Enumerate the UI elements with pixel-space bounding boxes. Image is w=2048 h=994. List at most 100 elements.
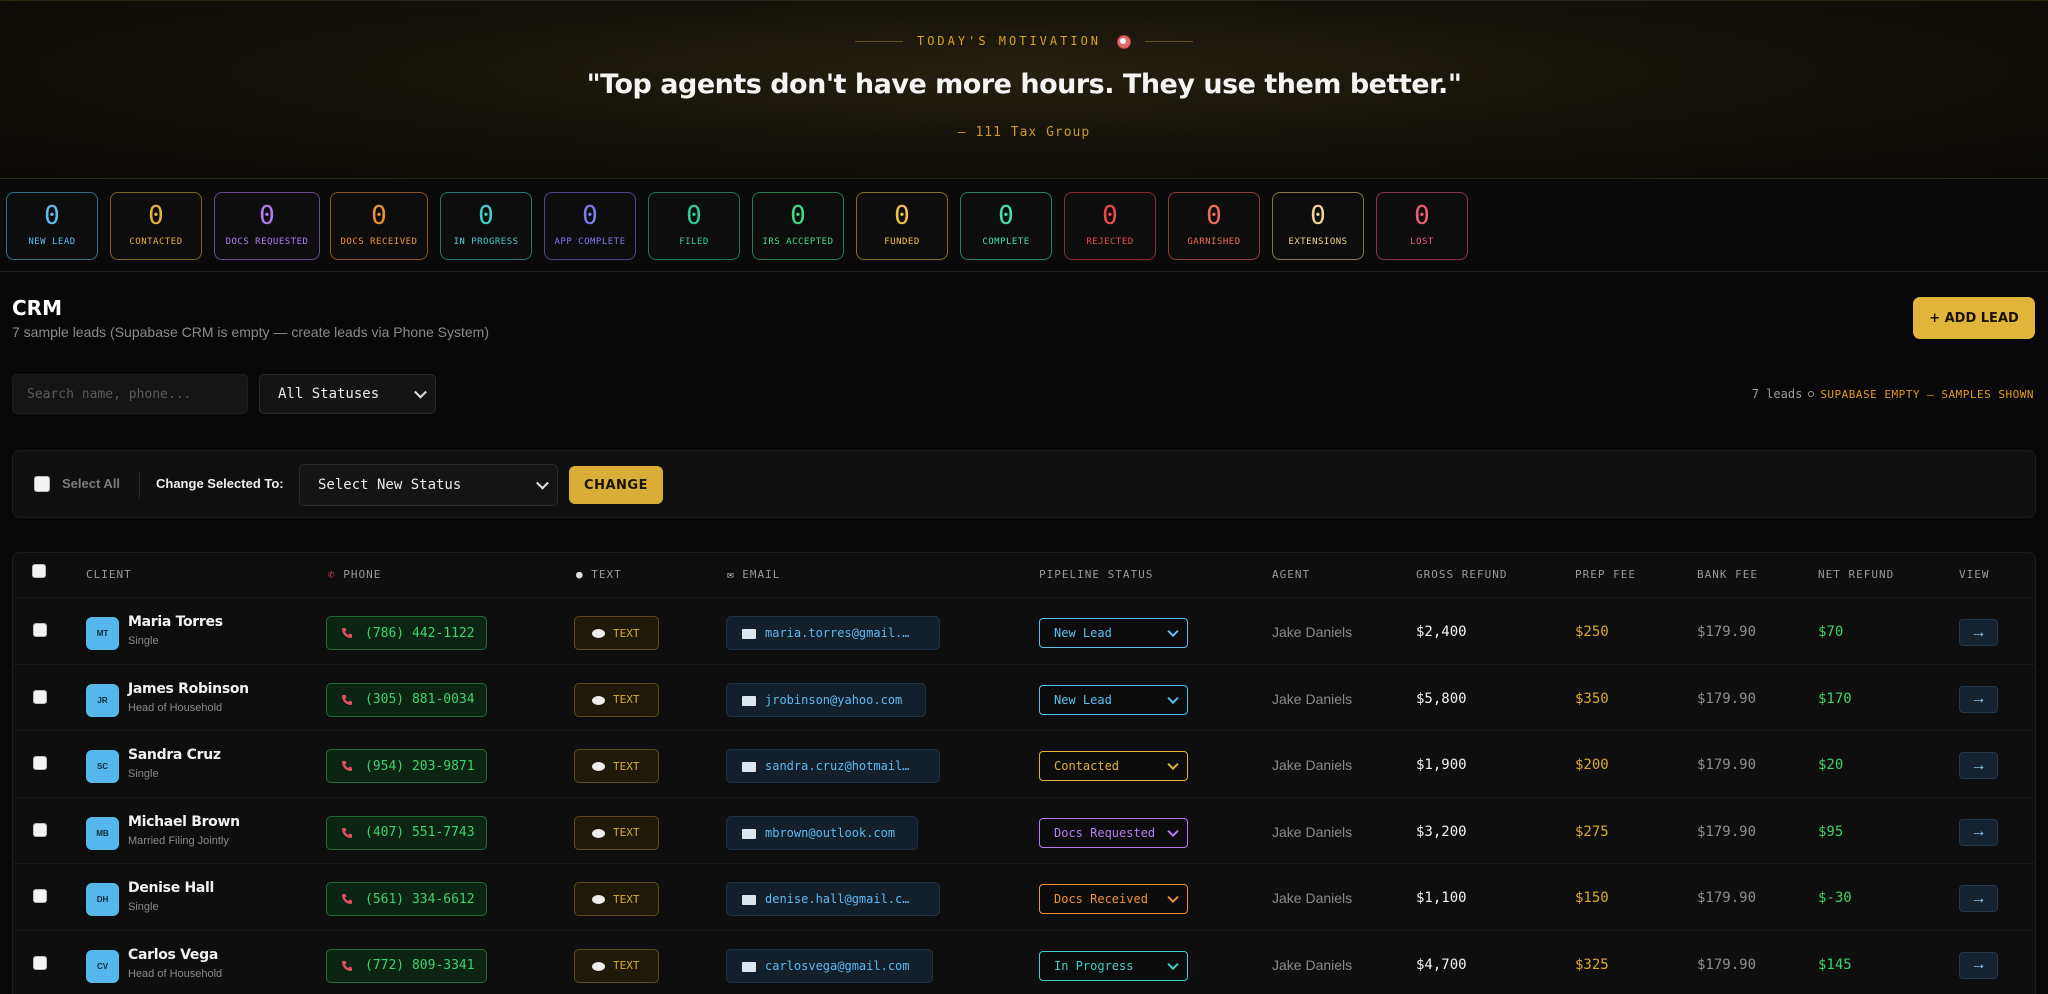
phone-call-button[interactable]: (407) 551-7743 [326,815,487,850]
column-text-label: TEXT [591,568,622,581]
phone-icon [342,694,352,705]
filing-status: Single [128,768,159,780]
counter-label: APP COMPLETE [554,237,626,247]
speech-bubble-icon [592,762,605,771]
leads-count: 7 leads [1751,387,1803,401]
status-counter[interactable]: 0 NEW LEAD [6,192,98,260]
row-checkbox[interactable] [33,822,47,837]
counter-value: 0 [478,201,494,231]
text-message-button[interactable]: TEXT [574,616,659,650]
row-checkbox[interactable] [33,623,47,637]
add-lead-button[interactable]: + ADD LEAD [1913,297,2035,339]
envelope-icon [742,895,756,905]
select-all-checkbox[interactable] [34,476,50,492]
status-counter[interactable]: 0 DOCS REQUESTED [214,192,320,260]
text-message-button[interactable]: TEXT [574,948,659,983]
phone-call-button[interactable]: (305) 881-0034 [326,682,487,717]
view-lead-button[interactable]: → [1959,619,1998,646]
column-prep-fee: PREP FEE [1575,568,1636,581]
text-message-button[interactable]: TEXT [574,682,659,717]
view-lead-button[interactable]: → [1959,885,1998,912]
status-filter-select[interactable]: All Statuses [259,374,436,414]
counter-label: GARNISHED [1187,237,1241,247]
counter-value: 0 [686,201,702,231]
row-checkbox[interactable] [33,689,47,704]
email-button[interactable]: carlosvega@gmail.com [726,948,933,983]
phone-icon [342,960,352,971]
status-counter[interactable]: 0 APP COMPLETE [544,192,636,260]
status-counter[interactable]: 0 COMPLETE [960,192,1052,260]
pipeline-status-select[interactable]: New Lead [1039,618,1188,648]
status-counter[interactable]: 0 GARNISHED [1168,192,1260,260]
text-message-button[interactable]: TEXT [574,815,659,850]
client-name[interactable]: James Robinson [128,681,249,697]
chevron-down-icon [1167,625,1179,638]
search-input[interactable] [12,374,248,414]
status-counter[interactable]: 0 IRS ACCEPTED [752,192,844,260]
phone-number: (407) 551-7743 [365,825,475,840]
text-message-button[interactable]: TEXT [574,749,659,783]
client-name[interactable]: Sandra Cruz [128,747,221,763]
view-lead-button[interactable]: → [1959,752,1998,779]
phone-call-button[interactable]: (561) 334-6612 [326,882,487,916]
filing-status: Single [128,635,159,647]
text-message-button[interactable]: TEXT [574,882,659,916]
email-button[interactable]: mbrown@outlook.com [726,815,918,850]
client-name[interactable]: Michael Brown [128,814,240,830]
status-counter[interactable]: 0 FUNDED [856,192,948,260]
text-label: TEXT [613,826,640,839]
prep-fee: $325 [1575,956,1609,973]
pipeline-status-select[interactable]: Docs Received [1039,884,1188,914]
header-select-checkbox[interactable] [32,564,46,578]
status-counter[interactable]: 0 LOST [1376,192,1468,260]
phone-number: (772) 809-3341 [365,958,475,973]
change-selected-label: Change Selected To: [156,476,284,491]
pipeline-status-select[interactable]: Docs Requested [1039,817,1188,848]
phone-icon [342,894,352,904]
phone-call-button[interactable]: (772) 809-3341 [326,948,487,983]
view-lead-button[interactable]: → [1959,685,1998,713]
phone-call-button[interactable]: (954) 203-9871 [326,749,487,783]
gross-refund: $3,200 [1416,823,1467,840]
bulk-actions-bar: Select All Change Selected To: Select Ne… [12,450,2036,518]
separator-dot-icon [1808,391,1815,397]
status-counter[interactable]: 0 EXTENSIONS [1272,192,1364,260]
phone-call-button[interactable]: (786) 442-1122 [326,616,487,650]
status-counter[interactable]: 0 FILED [648,192,740,260]
status-counter[interactable]: 0 IN PROGRESS [440,192,532,260]
email-button[interactable]: jrobinson@yahoo.com [726,682,926,717]
view-lead-button[interactable]: → [1959,951,1998,979]
status-counter[interactable]: 0 REJECTED [1064,192,1156,260]
column-email-label: EMAIL [742,568,781,581]
filing-status: Married Filing Jointly [128,834,229,847]
change-status-button[interactable]: CHANGE [569,466,663,504]
counter-value: 0 [894,201,910,231]
counter-value: 0 [998,201,1014,231]
phone-icon [342,761,352,771]
new-status-select[interactable]: Select New Status [299,464,558,506]
table-row: CV Carlos Vega Head of Household (772) 809-… [13,929,2035,994]
counter-value: 0 [44,201,60,231]
client-name[interactable]: Carlos Vega [128,947,218,963]
client-name[interactable]: Denise Hall [128,880,214,896]
view-lead-button[interactable]: → [1959,818,1998,846]
envelope-icon: ✉ [727,568,735,581]
email-button[interactable]: denise.hall@gmail.c… [726,882,940,916]
net-refund: $95 [1818,823,1844,840]
email-address: maria.torres@gmail.… [765,626,910,640]
column-phone-label: PHONE [343,568,382,581]
pipeline-status-select[interactable]: In Progress [1039,950,1188,981]
row-checkbox[interactable] [33,889,47,903]
row-checkbox[interactable] [33,955,47,970]
email-button[interactable]: maria.torres@gmail.… [726,616,940,650]
pipeline-status-select[interactable]: Contacted [1039,751,1188,781]
status-counter[interactable]: 0 DOCS RECEIVED [330,192,428,260]
row-checkbox[interactable] [33,756,47,770]
counter-label: DOCS REQUESTED [225,237,309,247]
status-counter[interactable]: 0 CONTACTED [110,192,202,260]
email-button[interactable]: sandra.cruz@hotmail… [726,749,940,783]
prep-fee: $200 [1575,757,1609,773]
pipeline-status-select[interactable]: New Lead [1039,684,1188,715]
client-name[interactable]: Maria Torres [128,614,223,630]
prep-fee: $150 [1575,890,1609,906]
